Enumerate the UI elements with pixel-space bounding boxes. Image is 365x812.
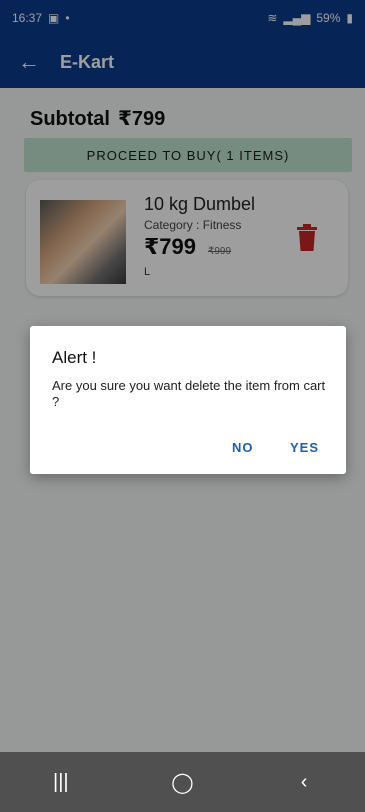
recents-icon[interactable]: |||: [41, 762, 81, 802]
dialog-title: Alert !: [52, 348, 97, 367]
no-button[interactable]: NO: [232, 440, 254, 455]
home-icon[interactable]: ◯: [162, 762, 202, 802]
back-icon[interactable]: ‹: [284, 762, 324, 802]
system-nav-bar: ||| ◯ ‹: [0, 752, 365, 812]
yes-button[interactable]: YES: [290, 440, 319, 455]
alert-dialog: Alert ! Are you sure you want delete the…: [30, 326, 346, 474]
dialog-message: Are you sure you want delete the item fr…: [52, 378, 326, 409]
